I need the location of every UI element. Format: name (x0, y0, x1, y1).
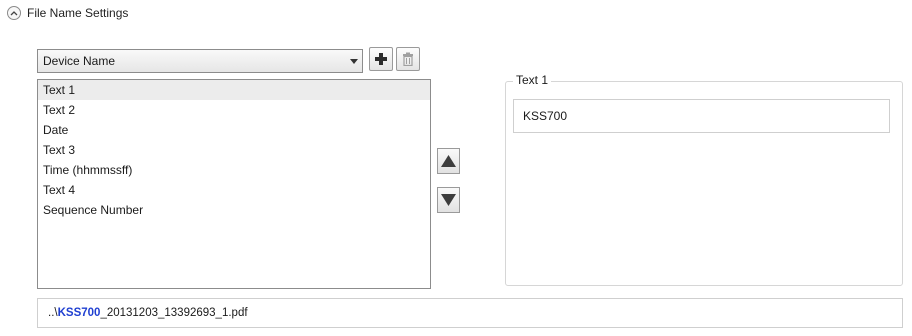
plus-icon (375, 53, 387, 65)
field-text-input[interactable] (513, 99, 890, 133)
preview-highlight: KSS700 (57, 307, 101, 319)
list-item[interactable]: Date (38, 120, 430, 140)
arrow-down-icon (441, 194, 456, 206)
filename-preview: ..\ KSS700 _20131203_13392693_1.pdf (37, 298, 903, 328)
delete-field-button[interactable] (396, 47, 420, 71)
list-item[interactable]: Text 1 (38, 80, 430, 100)
add-field-button[interactable] (369, 47, 393, 71)
list-item[interactable]: Text 3 (38, 140, 430, 160)
section-title: File Name Settings (27, 6, 129, 20)
trash-icon (403, 52, 413, 66)
field-list[interactable]: Text 1 Text 2 Date Text 3 Time (hhmmssff) Tex… (37, 79, 431, 289)
list-item[interactable]: Time (hhmmssff) (38, 160, 430, 180)
field-type-dropdown[interactable]: Device Name (37, 49, 363, 73)
caret-down-icon (346, 58, 362, 64)
list-item[interactable]: Text 4 (38, 180, 430, 200)
dropdown-value: Device Name (43, 54, 116, 68)
preview-prefix: ..\ (48, 307, 58, 319)
collapse-toggle-button[interactable] (7, 6, 21, 20)
list-item[interactable]: Text 2 (38, 100, 430, 120)
field-editor-label: Text 1 (513, 72, 552, 88)
move-up-button[interactable] (437, 148, 460, 174)
arrow-up-icon (441, 155, 456, 167)
move-down-button[interactable] (437, 187, 460, 213)
preview-rest: _20131203_13392693_1.pdf (100, 307, 248, 319)
chevron-up-icon (10, 11, 18, 16)
list-item[interactable]: Sequence Number (38, 200, 430, 220)
